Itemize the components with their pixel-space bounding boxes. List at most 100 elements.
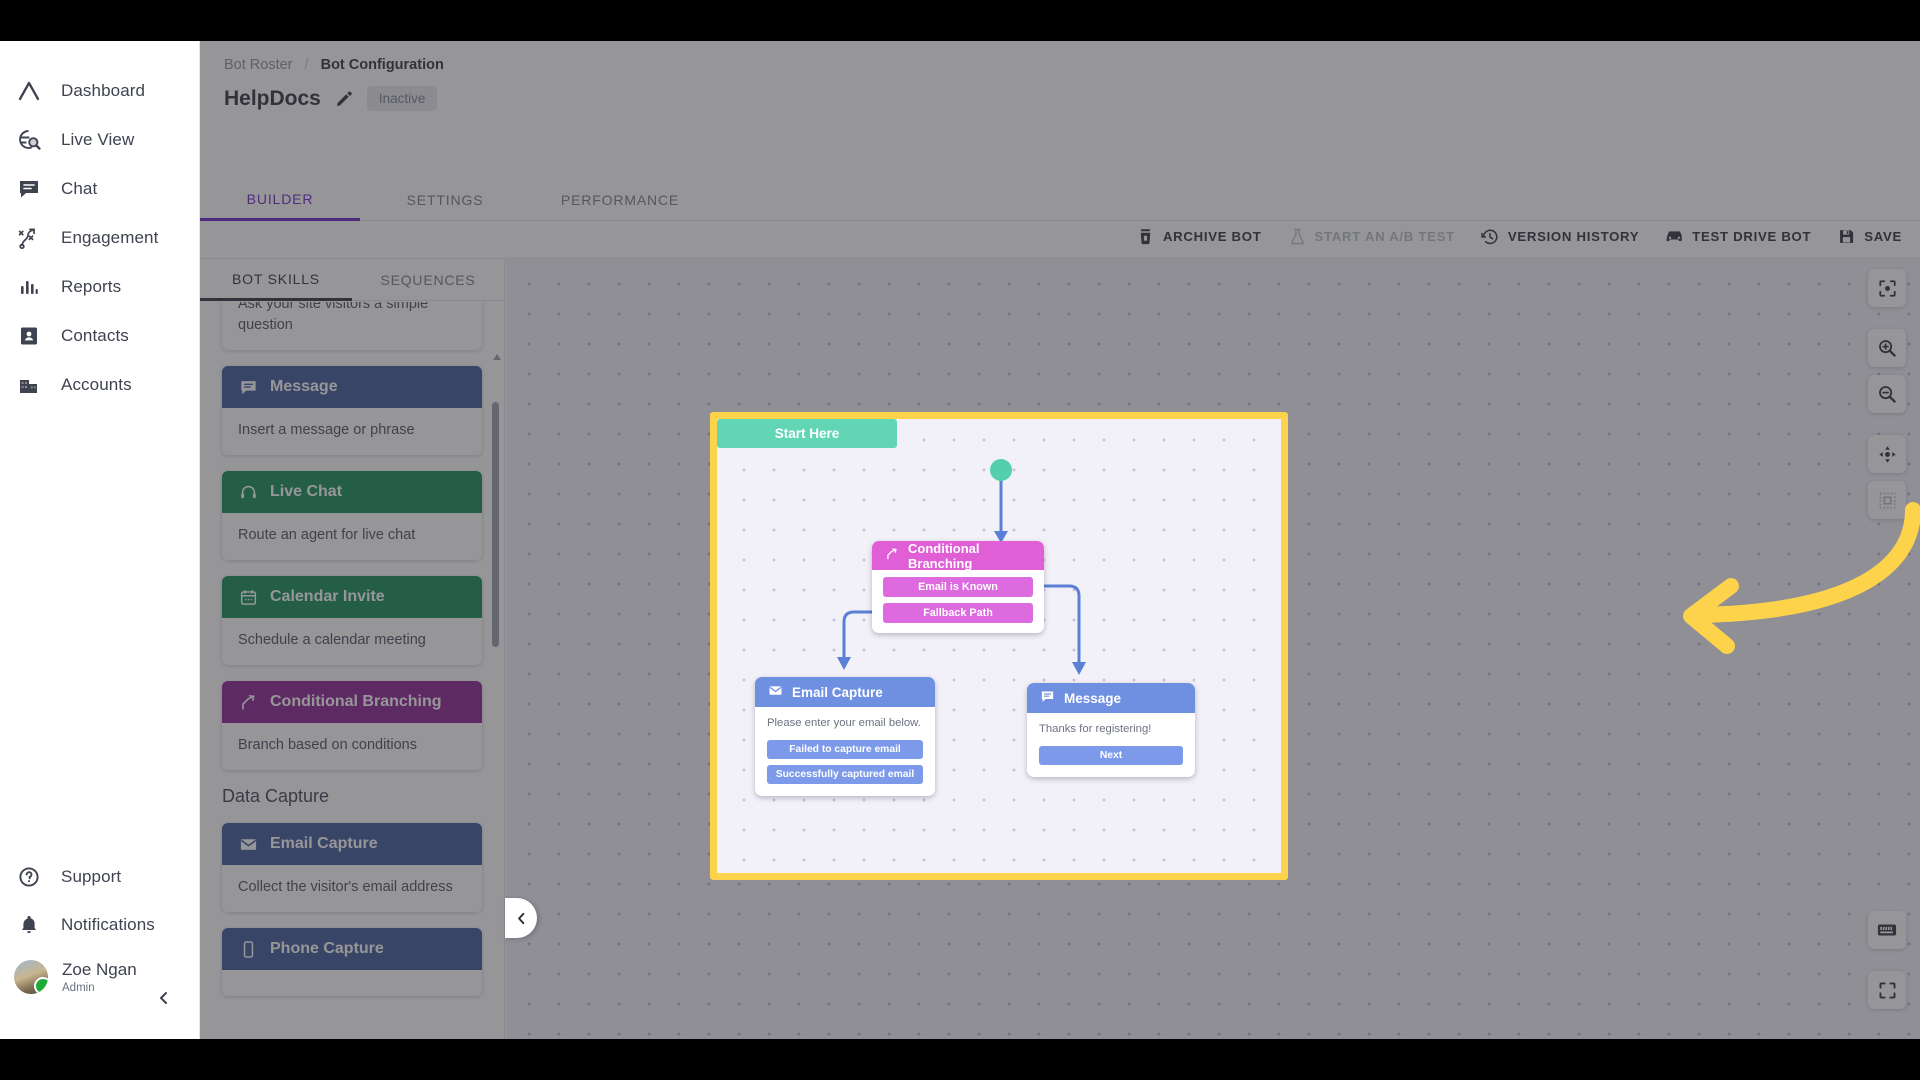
- building-icon: [14, 370, 44, 400]
- keyboard-icon: [1877, 924, 1897, 936]
- sidebar-item-engagement[interactable]: Engagement: [0, 214, 199, 262]
- builder-toolbar: ARCHIVE BOT START AN A/B TEST VERSION HI…: [1136, 227, 1902, 246]
- tab-label: SETTINGS: [406, 192, 484, 208]
- branch-option-email-is-known[interactable]: Email is Known: [883, 577, 1033, 597]
- tab-performance[interactable]: PERFORMANCE: [530, 179, 710, 221]
- branch-icon: [885, 547, 899, 564]
- scroll-up-arrow-icon[interactable]: [493, 354, 501, 360]
- headset-icon: [238, 482, 258, 502]
- pan-button[interactable]: [1868, 435, 1906, 473]
- sidebar-item-accounts[interactable]: Accounts: [0, 361, 199, 409]
- avatar: [14, 960, 48, 994]
- node-header: Email Capture: [755, 677, 935, 707]
- skill-card-header: Email Capture: [222, 823, 482, 866]
- panel-scrollbar[interactable]: [492, 354, 501, 1039]
- flow-node-message[interactable]: Message Thanks for registering! Next: [1027, 683, 1195, 778]
- skill-card-conditional-branching[interactable]: Conditional Branching Branch based on co…: [222, 681, 482, 771]
- letterbox-bottom: [0, 1039, 1920, 1080]
- sidebar-item-support[interactable]: Support: [0, 853, 199, 901]
- user-role: Admin: [62, 981, 95, 994]
- skills-list[interactable]: Ask your site visitors a simple question…: [200, 302, 504, 1039]
- section-title-data-capture: Data Capture: [222, 786, 330, 807]
- skill-card-desc: [222, 970, 482, 996]
- node-button-next[interactable]: Next: [1039, 746, 1183, 766]
- magnifier-minus-icon: [1879, 386, 1896, 403]
- pencil-icon[interactable]: [335, 90, 353, 108]
- skill-card-title: Conditional Branching: [270, 693, 442, 711]
- skill-card-live-chat[interactable]: Live Chat Route an agent for live chat: [222, 471, 482, 561]
- node-button-failed-capture[interactable]: Failed to capture email: [767, 740, 923, 760]
- envelope-icon: [768, 683, 783, 701]
- scrollbar-thumb[interactable]: [492, 402, 499, 647]
- test-drive-bot-button[interactable]: TEST DRIVE BOT: [1665, 227, 1811, 246]
- status-badge: Inactive: [366, 86, 438, 111]
- save-button[interactable]: SAVE: [1837, 227, 1902, 246]
- archive-bot-button[interactable]: ARCHIVE BOT: [1136, 227, 1262, 246]
- skill-card-calendar-invite[interactable]: Calendar Invite Schedule a calendar meet…: [222, 576, 482, 666]
- highlight-region: Start Here Conditional Branching Email i…: [710, 412, 1288, 880]
- toolbar-label: TEST DRIVE BOT: [1692, 229, 1812, 244]
- fullscreen-button[interactable]: [1868, 971, 1906, 1009]
- toolbar-label: ARCHIVE BOT: [1162, 229, 1262, 244]
- tab-builder[interactable]: BUILDER: [200, 179, 360, 221]
- node-body: Please enter your email below. Failed to…: [755, 707, 935, 796]
- skill-card-message[interactable]: Message Insert a message or phrase: [222, 366, 482, 456]
- sidebar-item-label: Dashboard: [61, 81, 146, 100]
- sidebar-item-label: Live View: [61, 130, 135, 149]
- envelope-icon: [238, 834, 258, 854]
- zoom-in-button[interactable]: [1868, 329, 1906, 367]
- bot-flow-diagram[interactable]: Start Here Conditional Branching Email i…: [717, 419, 1281, 873]
- magnifier-plus-icon: [1879, 340, 1896, 357]
- letterbox-top: [0, 0, 1920, 41]
- move-arrows-icon: [1878, 445, 1896, 463]
- skill-card-title: Live Chat: [270, 483, 343, 501]
- toolbar-label: START AN A/B TEST: [1314, 229, 1455, 244]
- node-body: Thanks for registering! Next: [1027, 713, 1195, 777]
- node-header: Conditional Branching: [872, 541, 1044, 571]
- user-name: Zoe Ngan: [62, 960, 137, 980]
- globe-search-icon: [14, 125, 44, 155]
- flow-node-conditional-branching[interactable]: Conditional Branching Email is Known Fal…: [872, 541, 1044, 633]
- fit-to-screen-button[interactable]: [1868, 269, 1906, 307]
- strategy-icon: [14, 223, 44, 253]
- sidebar-item-notifications[interactable]: Notifications: [0, 901, 199, 949]
- nav-collapse-button[interactable]: [151, 985, 177, 1011]
- keyboard-shortcuts-button[interactable]: [1868, 911, 1906, 949]
- left-navigation: Dashboard Live View Chat Engagement Repo…: [0, 41, 200, 1039]
- skill-card-desc: Ask your site visitors a simple question: [238, 302, 429, 334]
- sidebar-item-chat[interactable]: Chat: [0, 165, 199, 213]
- branch-option-fallback-path[interactable]: Fallback Path: [883, 603, 1033, 623]
- flow-node-start[interactable]: Start Here: [717, 419, 897, 448]
- skill-card-email-capture[interactable]: Email Capture Collect the visitor's emai…: [222, 823, 482, 913]
- history-clock-icon: [1481, 227, 1500, 246]
- skill-card-phone-capture[interactable]: Phone Capture: [222, 928, 482, 997]
- node-button-successful-capture[interactable]: Successfully captured email: [767, 765, 923, 785]
- version-history-button[interactable]: VERSION HISTORY: [1481, 227, 1639, 246]
- expand-corners-icon: [1879, 982, 1895, 998]
- start-node-connector[interactable]: [990, 459, 1012, 481]
- tab-sequences[interactable]: SEQUENCES: [352, 259, 504, 301]
- sidebar-item-reports[interactable]: Reports: [0, 263, 199, 311]
- skill-card-question[interactable]: Ask your site visitors a simple question: [222, 302, 482, 351]
- canvas-zoom-tools: [1868, 269, 1906, 527]
- chevron-left-icon: [517, 912, 524, 924]
- tab-settings[interactable]: SETTINGS: [365, 179, 525, 221]
- flow-node-email-capture[interactable]: Email Capture Please enter your email be…: [755, 677, 935, 797]
- sidebar-item-live-view[interactable]: Live View: [0, 116, 199, 164]
- breadcrumb-parent[interactable]: Bot Roster: [224, 57, 293, 73]
- skill-card-desc: Insert a message or phrase: [238, 422, 415, 439]
- sidebar-item-dashboard[interactable]: Dashboard: [0, 67, 199, 115]
- node-body-text: Please enter your email below.: [767, 717, 921, 729]
- sidebar-item-contacts[interactable]: Contacts: [0, 312, 199, 360]
- start-ab-test-button[interactable]: START AN A/B TEST: [1288, 227, 1455, 246]
- tab-bot-skills[interactable]: BOT SKILLS: [200, 259, 352, 301]
- focus-frame-icon: [1878, 279, 1896, 297]
- zoom-out-button[interactable]: [1868, 375, 1906, 413]
- breadcrumb-separator: /: [304, 57, 309, 73]
- phone-icon: [238, 939, 258, 959]
- sidebar-item-label: Notifications: [61, 915, 155, 934]
- skill-card-desc: Branch based on conditions: [238, 737, 417, 754]
- bell-icon: [14, 910, 44, 940]
- skill-card-title: Phone Capture: [270, 940, 384, 958]
- bot-title-row: HelpDocs Inactive: [224, 86, 438, 111]
